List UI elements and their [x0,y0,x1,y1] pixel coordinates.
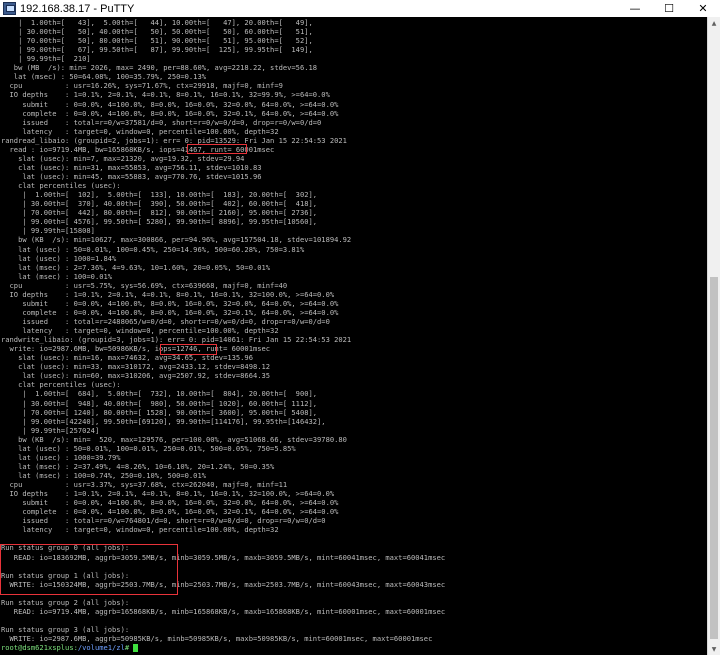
terminal-line: | 99.99th=[15808] [1,226,95,236]
prompt-symbol: # [124,643,130,653]
terminal-line: lat (usec) : 1000=1.84% [1,253,117,263]
terminal-line: write: io=2987.6MB, bw=50986KB/s, iops=1… [1,344,271,354]
terminal-line: bw (KB /s): min=10627, max=300866, per=9… [1,235,352,245]
terminal-line: cpu : usr=3.37%, sys=37.68%, ctx=262040,… [1,480,288,490]
terminal-line: lat (msec) : 100=0.01% [1,271,113,281]
terminal-line: latency : target=0, window=0, percentile… [1,126,279,136]
terminal-line: lat (usec) : 50=0.01%, 100=0.45%, 250=14… [1,244,305,254]
terminal-line: lat (msec) : 2=37.49%, 4=8.26%, 10=6.10%… [1,461,275,471]
terminal-line: | 1.00th=[ 102], 5.00th=[ 133], 10.00th=… [1,190,318,200]
terminal-line: randread_libaio: (groupid=2, jobs=1): er… [1,135,347,145]
terminal-line: submit : 0=0.0%, 4=100.0%, 8=0.0%, 16=0.… [1,99,339,109]
terminal-line: IO depths : 1=0.1%, 2=0.1%, 4=0.1%, 8=0.… [1,289,335,299]
scrollbar-thumb[interactable] [710,277,718,639]
terminal-line: latency : target=0, window=0, percentile… [1,326,279,336]
terminal-line: submit : 0=0.0%, 4=100.0%, 8=0.0%, 16=0.… [1,298,339,308]
terminal-line: | 30.00th=[ 370], 40.00th=[ 390], 50.00t… [1,199,318,209]
title-bar[interactable]: 192.168.38.17 - PuTTY — ☐ ✕ [0,0,720,17]
terminal-line: Run status group 3 (all jobs): [1,625,130,635]
terminal-line: Run status group 0 (all jobs): [1,543,130,553]
terminal-line: clat percentiles (usec): [1,380,121,390]
terminal-line: lat (usec): min=60, max=310206, avg=2507… [1,371,271,381]
terminal-line: | 70.00th=[ 442], 80.00th=[ 812], 90.00t… [1,208,318,218]
terminal-line: Run status group 1 (all jobs): [1,570,130,580]
terminal-line: issued : total=r=0/w=764801/d=0, short=r… [1,516,326,526]
terminal-line: Run status group 2 (all jobs): [1,597,130,607]
terminal-line: WRITE: io=2987.6MB, aggrb=50985KB/s, min… [1,634,433,644]
terminal-line: lat (usec) : 1000=39.79% [1,452,121,462]
terminal-line: randwrite_libaio: (groupid=3, jobs=1): e… [1,335,352,345]
terminal-line: WRITE: io=150324MB, aggrb=2503.7MB/s, mi… [1,579,446,589]
terminal-line: bw (KB /s): min= 520, max=129576, per=10… [1,434,347,444]
terminal-line: IO depths : 1=0.1%, 2=0.1%, 4=0.1%, 8=0.… [1,489,335,499]
terminal-line: clat percentiles (usec): [1,181,121,191]
terminal-line: read : io=9719.4MB, bw=165868KB/s, iops=… [1,144,275,154]
terminal-line: | 70.00th=[ 1240], 80.00th=[ 1528], 90.0… [1,407,318,417]
terminal-line: lat (msec) : 100=0.74%, 250=0.10%, 500=0… [1,471,206,480]
terminal-line: | 1.00th=[ 43], 5.00th=[ 44], 10.00th=[ … [1,18,313,27]
minimize-button[interactable]: — [618,0,652,17]
terminal-line: complete : 0=0.0%, 4=100.0%, 8=0.0%, 16=… [1,507,339,517]
terminal-line: clat (usec): min=31, max=55853, avg=756.… [1,162,262,172]
putty-app-icon[interactable] [3,2,16,15]
window-title: 192.168.38.17 - PuTTY [20,2,135,15]
scroll-up-arrow-icon[interactable]: ▲ [708,17,720,29]
terminal-line: complete : 0=0.0%, 4=100.0%, 8=0.0%, 16=… [1,108,339,118]
terminal-line: | 1.00th=[ 684], 5.00th=[ 732], 10.00th=… [1,389,318,399]
terminal-line: lat (usec) : 50=0.01%, 100=0.01%, 250=0.… [1,443,296,453]
terminal-line: bw (MB /s): min= 2026, max= 2490, per=88… [1,63,318,73]
scroll-down-arrow-icon[interactable]: ▼ [708,643,720,655]
terminal-line: slat (usec): min=7, max=21320, avg=19.32… [1,153,245,163]
terminal-line: | 99.99th=[257024] [1,425,100,435]
prompt-path: /volume1/zl [77,643,125,653]
terminal-line: cpu : usr=5.75%, sys=56.69%, ctx=639668,… [1,280,288,290]
vertical-scrollbar[interactable]: ▲ ▼ [707,17,720,655]
terminal-line: | 70.00th=[ 50], 80.00th=[ 51], 90.00th=… [1,36,313,46]
terminal-line: lat (usec): min=45, max=55883, avg=770.7… [1,172,262,182]
terminal-line: cpu : usr=16.26%, sys=71.67%, ctx=29918,… [1,81,283,91]
terminal-line: submit : 0=0.0%, 4=100.0%, 8=0.0%, 16=0.… [1,498,339,508]
terminal-output[interactable]: | 1.00th=[ 43], 5.00th=[ 44], 10.00th=[ … [0,17,707,655]
terminal-line: | 99.99th=[ 210] [1,54,91,64]
terminal-line: lat (msec) : 2=7.36%, 4=9.63%, 10=1.60%,… [1,262,271,272]
terminal-line: READ: io=183692MB, aggrb=3059.5MB/s, min… [1,552,446,562]
maximize-button[interactable]: ☐ [652,0,686,17]
terminal-line: | 30.00th=[ 50], 40.00th=[ 50], 50.00th=… [1,27,313,37]
shell-prompt: root@dsm621xsplus:/volume1/zl# [1,643,139,653]
terminal-line: | 99.00th=[ 67], 99.50th=[ 87], 99.90th=… [1,45,313,55]
terminal-line: complete : 0=0.0%, 4=100.0%, 8=0.0%, 16=… [1,307,339,317]
text-cursor [133,644,139,653]
terminal-line: | 99.00th=[42240], 99.50th=[69120], 99.9… [1,416,326,426]
prompt-user-host: root@dsm621xsplus: [1,643,78,653]
terminal-line: READ: io=9719.4MB, aggrb=165868KB/s, min… [1,606,446,616]
terminal-line: issued : total=r=0/w=37581/d=0, short=r=… [1,117,322,127]
terminal-line: lat (msec) : 50=64.08%, 100=35.79%, 250=… [1,72,206,82]
putty-window: 192.168.38.17 - PuTTY — ☐ ✕ | 1.00th=[ 4… [0,0,720,655]
terminal-line: clat (usec): min=33, max=310172, avg=243… [1,362,271,372]
terminal-line: IO depths : 1=0.1%, 2=0.1%, 4=0.1%, 8=0.… [1,90,330,100]
terminal-line: latency : target=0, window=0, percentile… [1,525,279,535]
terminal-line: | 99.00th=[ 4576], 99.50th=[ 5280], 99.9… [1,217,318,227]
terminal-line: issued : total=r=2488065/w=0/d=0, short=… [1,316,330,326]
close-button[interactable]: ✕ [686,0,720,17]
terminal-line: slat (usec): min=16, max=74632, avg=34.6… [1,353,253,363]
terminal-line: | 30.00th=[ 948], 40.00th=[ 980], 50.00t… [1,398,318,408]
